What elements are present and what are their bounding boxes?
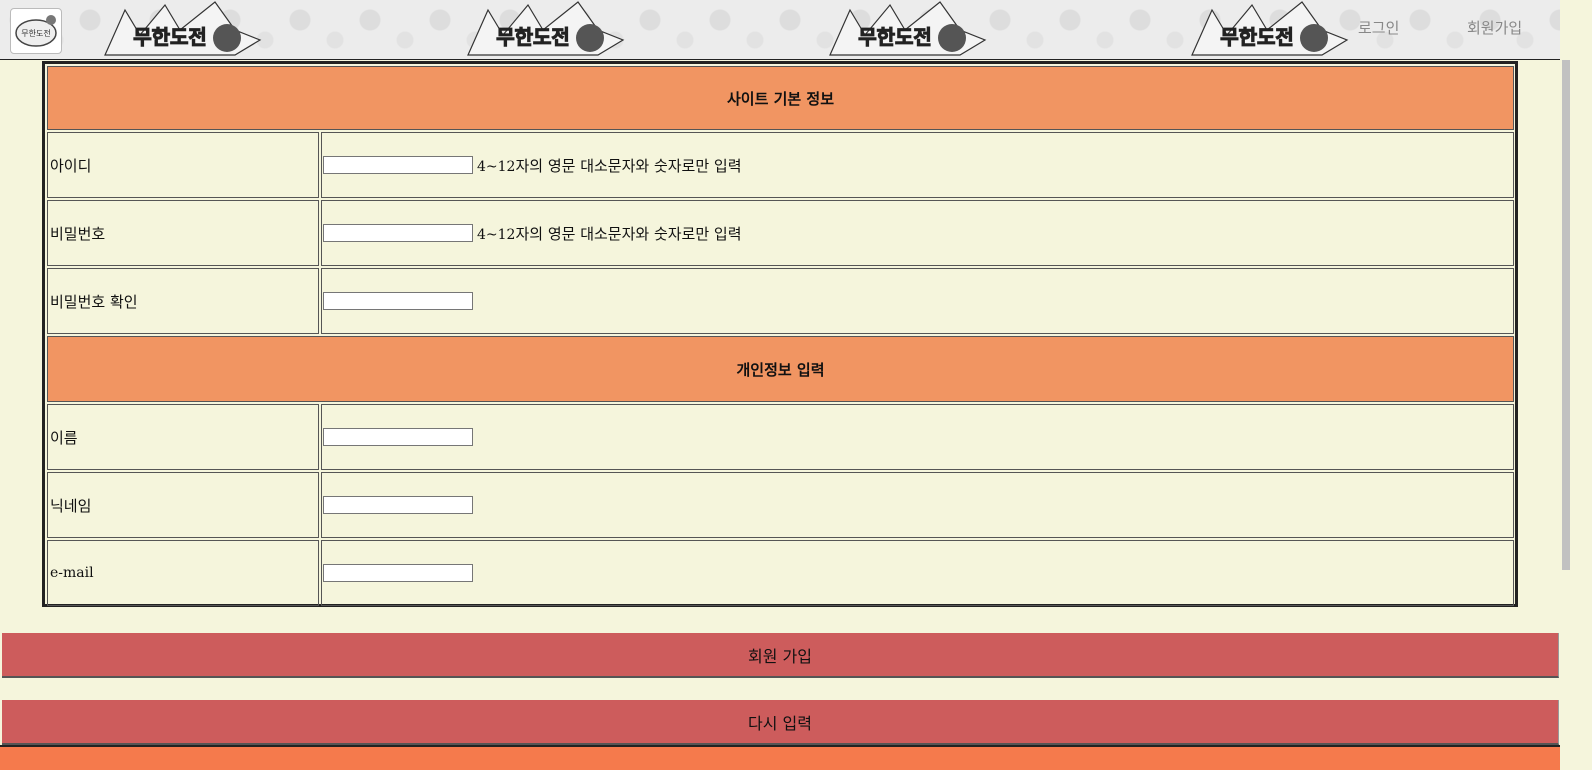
section-title: 사이트 기본 정보: [726, 89, 835, 108]
svg-text:무한도전: 무한도전: [133, 25, 207, 49]
id-label: 아이디: [47, 132, 319, 198]
banner-graphic-3: 무한도전: [810, 0, 990, 59]
svg-text:무한도전: 무한도전: [21, 28, 50, 38]
scrollbar-thumb[interactable]: [1562, 60, 1570, 570]
password-confirm-input[interactable]: [323, 292, 473, 310]
password-hint: 4~12자의 영문 대소문자와 숫자로만 입력: [477, 223, 742, 244]
name-input-cell: [321, 404, 1514, 470]
password-hint-text: 자의 영문 대소문자와 숫자로만 입력: [515, 224, 742, 243]
email-input[interactable]: [323, 564, 473, 582]
nickname-input[interactable]: [323, 496, 473, 514]
nickname-input-cell: [321, 472, 1514, 538]
login-link[interactable]: 로그인: [1358, 17, 1399, 38]
password-confirm-label: 비밀번호 확인: [47, 268, 319, 334]
form-row-id: 아이디 4~12자의 영문 대소문자와 숫자로만 입력: [47, 132, 1514, 198]
svg-text:무한도전: 무한도전: [1220, 25, 1294, 49]
form-row-email: e-mail: [47, 540, 1514, 606]
section-header-site-info: 사이트 기본 정보: [47, 66, 1514, 130]
banner-graphic-2: 무한도전: [448, 0, 628, 59]
section-title: 개인정보 입력: [736, 360, 825, 379]
signup-submit-button[interactable]: 회원 가입: [2, 633, 1559, 678]
site-logo[interactable]: 무한도전: [10, 8, 62, 54]
password-input-cell: 4~12자의 영문 대소문자와 숫자로만 입력: [321, 200, 1514, 266]
nickname-label: 닉네임: [47, 472, 319, 538]
section-header-personal-info: 개인정보 입력: [47, 336, 1514, 402]
password-hint-range: 4~12: [477, 226, 516, 243]
signup-form-table: 사이트 기본 정보 아이디 4~12자의 영문 대소문자와 숫자로만 입력 비밀…: [42, 61, 1518, 607]
id-hint-text: 자의 영문 대소문자와 숫자로만 입력: [515, 156, 742, 175]
email-label: e-mail: [47, 540, 319, 606]
form-row-nickname: 닉네임: [47, 472, 1514, 538]
email-input-cell: [321, 540, 1514, 606]
svg-text:무한도전: 무한도전: [858, 25, 932, 49]
svg-text:무한도전: 무한도전: [496, 25, 570, 49]
password-input[interactable]: [323, 224, 473, 242]
id-input-cell: 4~12자의 영문 대소문자와 숫자로만 입력: [321, 132, 1514, 198]
id-input[interactable]: [323, 156, 473, 174]
password-label: 비밀번호: [47, 200, 319, 266]
form-row-name: 이름: [47, 404, 1514, 470]
signup-link[interactable]: 회원가입: [1467, 17, 1522, 38]
form-row-password-confirm: 비밀번호 확인: [47, 268, 1514, 334]
footer-strip: [0, 745, 1560, 770]
name-input[interactable]: [323, 428, 473, 446]
form-row-password: 비밀번호 4~12자의 영문 대소문자와 숫자로만 입력: [47, 200, 1514, 266]
page-scrollbar[interactable]: [1560, 0, 1592, 770]
id-hint-range: 4~12: [477, 158, 516, 175]
site-header: 무한도전 무한도전 무한도전 무한도전 무한도전 로그인 회원가입: [0, 0, 1592, 60]
logo-icon: 무한도전: [15, 15, 57, 47]
reset-button[interactable]: 다시 입력: [2, 700, 1559, 745]
id-hint: 4~12자의 영문 대소문자와 숫자로만 입력: [477, 155, 742, 176]
name-label: 이름: [47, 404, 319, 470]
banner-graphic-4: 무한도전: [1172, 0, 1352, 59]
banner-graphic-1: 무한도전: [85, 0, 265, 59]
password-confirm-input-cell: [321, 268, 1514, 334]
